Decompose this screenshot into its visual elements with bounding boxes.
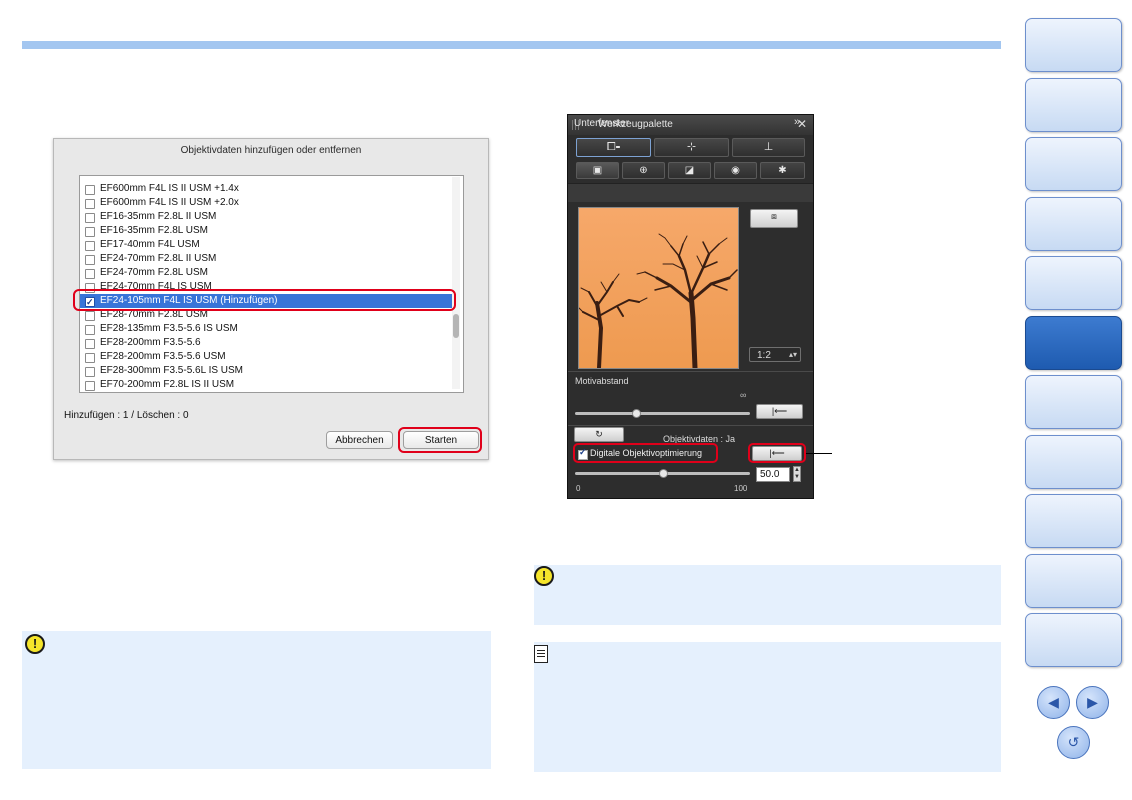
nav-tab[interactable] [1025,494,1122,548]
caution-note-right [534,565,1001,625]
nav-tab[interactable] [1025,137,1122,191]
slider-min-label: 0 [576,484,581,493]
lens-list-item[interactable]: EF17-40mm F4L USM [80,238,452,252]
subwindow-label: Unterfenster [574,118,630,129]
preview-image [578,207,739,369]
nav-tab[interactable] [1025,434,1122,489]
lens-list[interactable]: EF600mm F4L IS II USM +1.4x EF600mm F4L I… [79,175,464,393]
lens-checkbox[interactable] [85,199,95,209]
previous-page-button[interactable]: ◀ [1037,686,1070,719]
caution-icon: ! [25,634,45,654]
divider [568,425,813,426]
lens-list-item[interactable]: EF16-35mm F2.8L II USM [80,210,452,224]
lens-list-item[interactable]: EF28-200mm F3.5-5.6 [80,336,452,350]
lens-label: EF17-40mm F4L USM [100,239,200,250]
lens-checkbox[interactable] [85,255,95,265]
lens-label: EF70-200mm F2.8L IS II USM [100,379,235,390]
dialog-status-text: Hinzufügen : 1 / Löschen : 0 [64,410,189,421]
lens-list-item[interactable]: EF28-135mm F3.5-5.6 IS USM [80,322,452,336]
lens-label: EF600mm F4L IS II USM +1.4x [100,183,239,194]
lens-label: EF24-70mm F2.8L II USM [100,253,217,264]
caution-icon: ! [534,566,554,586]
subwindow-header[interactable] [568,183,813,202]
lens-checkbox[interactable] [85,185,95,195]
subtab-noise[interactable]: ⊕ [622,162,665,179]
fit-view-button[interactable]: ⧈ [750,209,798,228]
lens-label: EF28-200mm F3.5-5.6 [100,337,201,348]
optimizer-reset-highlight [748,443,806,463]
nav-tab[interactable] [1025,256,1122,310]
header-rule [22,41,1001,49]
digital-lens-optimizer-knob[interactable] [658,469,668,478]
lens-list-item[interactable]: EF24-70mm F2.8L USM [80,266,452,280]
subtab-settings[interactable]: ✱ [760,162,805,179]
lens-checkbox[interactable] [85,325,95,335]
tab-crop[interactable]: ⊹ [654,138,729,157]
updown-arrows-icon[interactable]: ▴▾ [789,347,797,362]
caution-note-left [22,631,491,769]
lens-list-item[interactable]: EF24-70mm F2.8L II USM [80,252,452,266]
tab-basic-adjust[interactable]: ⧠⁃ [576,138,651,157]
lens-checkbox[interactable] [85,367,95,377]
infinity-label: ∞ [740,390,747,400]
nav-tab[interactable] [1025,375,1122,429]
lens-checkbox[interactable] [85,339,95,349]
callout-line [806,453,832,454]
divider [568,371,813,372]
subtab-tone[interactable]: ◪ [668,162,711,179]
lens-checkbox[interactable] [85,381,95,391]
scrollbar-thumb[interactable] [453,314,459,338]
lens-checkbox[interactable] [85,311,95,321]
return-icon[interactable]: ↺ [1057,726,1090,759]
tool-palette: Werkzeugpalette ✕ ⧠⁃ ⊹ ⊥ ▣ ⊕ ◪ ◉ ✱ Unter… [567,114,814,499]
subject-distance-track[interactable] [575,412,750,415]
lens-list-item[interactable]: EF600mm F4L IS II USM +2.0x [80,196,452,210]
nav-tab[interactable] [1025,77,1122,132]
lens-label: EF600mm F4L IS II USM +2.0x [100,197,239,208]
selected-lens-highlight [73,289,456,311]
lens-list-item[interactable]: EF70-200mm F2.8L IS II USM [80,378,452,392]
nav-tab[interactable] [1025,18,1122,72]
subject-distance-label: Motivabstand [575,376,629,386]
start-button-highlight [398,427,482,453]
memo-icon [534,645,548,663]
subject-distance-reset-button[interactable]: |⟵ [756,404,803,419]
subtab-color[interactable]: ◉ [714,162,757,179]
lens-label: EF16-35mm F2.8L II USM [100,211,217,222]
lens-label: EF28-200mm F3.5-5.6 USM [100,351,226,362]
next-page-button[interactable]: ▶ [1076,686,1109,719]
nav-tab[interactable] [1025,613,1122,667]
cancel-button[interactable]: Abbrechen [326,431,393,449]
lens-checkbox[interactable] [85,241,95,251]
subject-distance-knob[interactable] [632,409,642,418]
lens-label: EF28-135mm F3.5-5.6 IS USM [100,323,238,334]
nav-tab[interactable] [1025,315,1122,370]
lens-checkbox[interactable] [85,213,95,223]
rotate-icon[interactable]: ↻ [574,427,624,442]
lens-label: EF16-35mm F2.8L USM [100,225,208,236]
lens-list-item[interactable]: EF600mm F4L IS II USM +1.4x [80,182,452,196]
memo-note [534,642,1001,772]
slider-max-label: 100 [734,484,748,493]
subtab-lens-correction[interactable]: ▣ [576,162,619,179]
lens-checkbox[interactable] [85,269,95,279]
tree-silhouette-image [579,208,738,368]
tab-stamp[interactable]: ⊥ [732,138,805,157]
optimizer-checkbox-highlight [573,443,718,463]
digital-lens-optimizer-value[interactable]: 50.0 [756,467,790,482]
lens-checkbox[interactable] [85,353,95,363]
lens-label: EF28-300mm F3.5-5.6L IS USM [100,365,244,376]
lens-list-item[interactable]: EF16-35mm F2.8L USM [80,224,452,238]
lens-list-item[interactable]: EF28-300mm F3.5-5.6L IS USM [80,364,452,378]
lens-checkbox[interactable] [85,227,95,237]
lens-list-item[interactable]: EF28-200mm F3.5-5.6 USM [80,350,452,364]
nav-tab[interactable] [1025,553,1122,608]
dialog-title: Objektivdaten hinzufügen oder entfernen [180,145,362,156]
lens-list-scrollbar[interactable] [452,177,460,389]
value-stepper[interactable]: ▲ ▼ [793,466,801,482]
nav-tab[interactable] [1025,196,1122,251]
chevron-down-icon[interactable]: » [794,116,800,128]
lens-label: EF24-70mm F2.8L USM [100,267,208,278]
